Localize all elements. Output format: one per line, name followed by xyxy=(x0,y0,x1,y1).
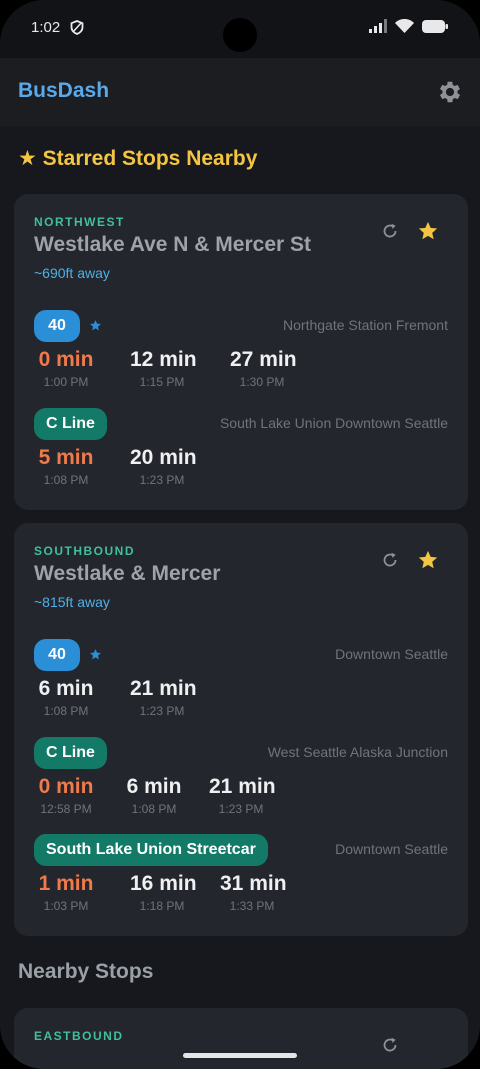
stop-distance: ~815ft away xyxy=(34,594,110,610)
arrival-time: 1:33 PM xyxy=(229,899,275,913)
status-right xyxy=(369,19,448,33)
status-time: 1:02 xyxy=(31,19,61,36)
arrival-time: 1:08 PM xyxy=(43,704,89,718)
arrival-time: 1:23 PM xyxy=(139,473,185,487)
arrival-minutes: 16 min xyxy=(130,872,197,895)
star-icon[interactable] xyxy=(417,549,439,571)
arrival-minutes: 27 min xyxy=(230,348,297,371)
nearby-section-title: Nearby Stops xyxy=(18,960,154,983)
stop-name: Westlake & Mercer xyxy=(34,562,221,585)
route-destination: South Lake Union Downtown Seattle xyxy=(219,415,448,431)
refresh-icon[interactable] xyxy=(381,222,399,240)
small-star-icon xyxy=(90,649,101,660)
wifi-icon xyxy=(395,19,414,33)
arrival-minutes: 31 min xyxy=(220,872,287,895)
arrival-minutes: 12 min xyxy=(130,348,197,371)
arrival-time: 1:03 PM xyxy=(43,899,89,913)
route-badge[interactable]: C Line xyxy=(34,737,107,769)
arrival-minutes: 0 min xyxy=(38,348,94,371)
status-left: 1:02 xyxy=(31,19,84,36)
stop-direction: EASTBOUND xyxy=(34,1029,124,1043)
battery-icon xyxy=(422,19,448,33)
arrival-minutes: 6 min xyxy=(38,677,94,700)
signal-icon xyxy=(369,19,387,33)
arrival-time: 1:08 PM xyxy=(43,473,89,487)
route-badge[interactable]: South Lake Union Streetcar xyxy=(34,834,268,866)
app-bar: BusDash xyxy=(0,58,480,126)
arrival-time: 1:30 PM xyxy=(239,375,285,389)
arrival-time: 12:58 PM xyxy=(40,802,92,816)
phone-screen: 1:02 BusDash ★ Starred Stops Nearby NORT… xyxy=(0,0,480,1069)
route-badge[interactable]: 40 xyxy=(34,639,80,671)
star-icon[interactable] xyxy=(417,220,439,242)
arrival-time: 1:23 PM xyxy=(218,802,264,816)
status-bar: 1:02 xyxy=(0,0,480,58)
gear-icon[interactable] xyxy=(436,78,464,106)
home-indicator[interactable] xyxy=(183,1053,297,1058)
arrival-minutes: 5 min xyxy=(38,446,94,469)
arrival-time: 1:18 PM xyxy=(139,899,185,913)
arrival-time: 1:15 PM xyxy=(139,375,185,389)
route-badge[interactable]: 40 xyxy=(34,310,80,342)
stops-list[interactable]: ★ Starred Stops Nearby NORTHWEST Westlak… xyxy=(0,126,480,1069)
arrival-minutes: 20 min xyxy=(130,446,197,469)
stop-direction: SOUTHBOUND xyxy=(34,544,135,558)
route-destination: West Seattle Alaska Junction xyxy=(267,744,448,760)
stop-card[interactable]: EASTBOUND xyxy=(14,1008,468,1069)
route-destination: Downtown Seattle xyxy=(335,646,448,662)
arrival-time: 1:00 PM xyxy=(43,375,89,389)
arrival-minutes: 6 min xyxy=(126,775,182,798)
arrival-time: 1:08 PM xyxy=(131,802,177,816)
refresh-icon[interactable] xyxy=(381,551,399,569)
camera-cutout xyxy=(223,18,257,52)
arrival-minutes: 21 min xyxy=(130,677,197,700)
arrival-minutes: 0 min xyxy=(38,775,94,798)
refresh-icon[interactable] xyxy=(381,1036,399,1054)
starred-section-title: ★ Starred Stops Nearby xyxy=(18,147,258,170)
stop-card[interactable]: SOUTHBOUND Westlake & Mercer ~815ft away… xyxy=(14,523,468,936)
route-destination: Downtown Seattle xyxy=(335,841,448,857)
app-title: BusDash xyxy=(18,79,110,102)
arrival-minutes: 1 min xyxy=(38,872,94,895)
arrival-minutes: 21 min xyxy=(209,775,276,798)
stop-name: Westlake Ave N & Mercer St xyxy=(34,233,312,256)
stop-direction: NORTHWEST xyxy=(34,215,125,229)
small-star-icon xyxy=(90,320,101,331)
route-destination: Northgate Station Fremont xyxy=(283,317,448,333)
shield-icon xyxy=(70,20,84,35)
stop-card[interactable]: NORTHWEST Westlake Ave N & Mercer St ~69… xyxy=(14,194,468,510)
arrival-time: 1:23 PM xyxy=(139,704,185,718)
stop-distance: ~690ft away xyxy=(34,265,110,281)
route-badge[interactable]: C Line xyxy=(34,408,107,440)
